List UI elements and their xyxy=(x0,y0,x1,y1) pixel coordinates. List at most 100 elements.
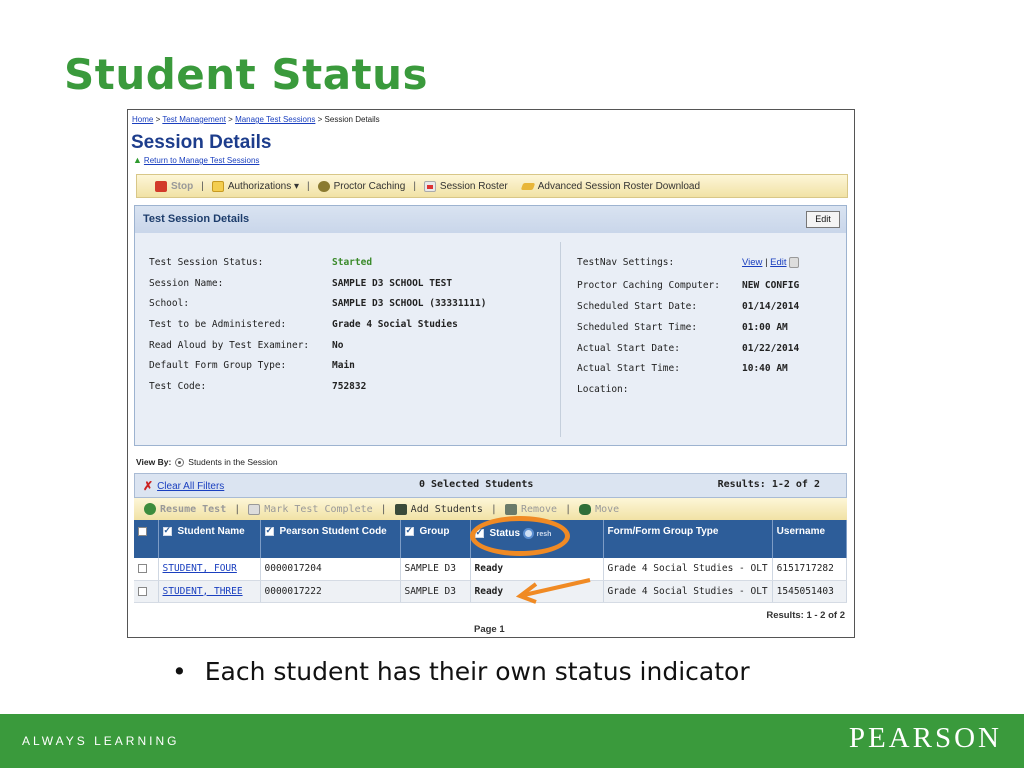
detail-label: Session Name: xyxy=(149,278,224,289)
page-indicator: Page 1 xyxy=(474,624,505,635)
stop-button[interactable]: Stop xyxy=(155,180,194,192)
footer-bar: ALWAYS LEARNING PEARSON xyxy=(0,714,1024,768)
student-name-header[interactable]: Student Name xyxy=(158,520,261,558)
breadcrumb-sep: > xyxy=(155,115,161,124)
details-title: Test Session Details xyxy=(143,213,250,225)
edit-button[interactable]: Edit xyxy=(806,211,840,228)
move-button[interactable]: Move xyxy=(579,503,619,515)
authorizations-label: Authorizations ▾ xyxy=(227,180,299,192)
form-cell: Grade 4 Social Studies - OLT xyxy=(603,558,773,581)
clear-all-filters-link[interactable]: Clear All Filters xyxy=(157,481,224,492)
results-footer: Results: 1 - 2 of 2 xyxy=(766,610,845,621)
username-cell: 1545051403 xyxy=(772,580,848,603)
scheduled-start-time-value: 01:00 AM xyxy=(742,322,788,333)
authorizations-dropdown[interactable]: Authorizations ▾ xyxy=(211,180,299,192)
add-students-button[interactable]: Add Students xyxy=(394,503,483,515)
student-name-cell: STUDENT, FOUR xyxy=(158,558,261,581)
group-header[interactable]: Group xyxy=(400,520,471,558)
column-divider xyxy=(560,242,561,437)
remove-button[interactable]: Remove xyxy=(504,503,557,515)
detail-label: Scheduled Start Time: xyxy=(577,322,698,333)
page-heading: Session Details xyxy=(131,132,272,153)
student-name-link[interactable]: STUDENT, THREE xyxy=(163,586,243,597)
stop-icon xyxy=(155,180,167,192)
column-check-icon xyxy=(264,525,274,536)
group-cell: SAMPLE D3 xyxy=(400,580,471,603)
stop-label: Stop xyxy=(171,180,194,192)
student-name-header-label: Student Name xyxy=(177,526,245,537)
proctor-caching-button[interactable]: Proctor Caching xyxy=(317,180,406,192)
student-code-header-label: Pearson Student Code xyxy=(279,526,387,537)
group-cell: SAMPLE D3 xyxy=(400,558,471,581)
breadcrumb-manage-sessions[interactable]: Manage Test Sessions xyxy=(235,115,315,124)
screenshot-frame: Home > Test Management > Manage Test Ses… xyxy=(127,109,855,638)
resume-test-button[interactable]: Resume Test xyxy=(144,503,226,515)
test-session-details-panel: Test Session Details Edit Test Session S… xyxy=(134,205,847,446)
download-icon xyxy=(520,182,536,190)
students-table: Student Name Pearson Student Code Group … xyxy=(134,520,848,603)
detail-label: Read Aloud by Test Examiner: xyxy=(149,340,310,351)
form-cell: Grade 4 Social Studies - OLT xyxy=(603,580,773,603)
testnav-edit-link[interactable]: Edit xyxy=(770,257,786,268)
detail-label: Actual Start Time: xyxy=(577,363,680,374)
actual-start-time-value: 10:40 AM xyxy=(742,363,788,374)
details-header: Test Session Details Edit xyxy=(135,206,846,233)
clear-filters-row: ✗ Clear All Filters xyxy=(143,479,224,493)
add-students-label: Add Students xyxy=(410,503,483,515)
session-status-value: Started xyxy=(332,257,373,268)
add-students-icon xyxy=(394,503,407,515)
select-all-header[interactable] xyxy=(134,520,159,558)
form-header-label: Form/Form Group Type xyxy=(607,526,719,537)
refresh-label[interactable]: resh xyxy=(537,531,552,538)
detail-label: Test Code: xyxy=(149,381,207,392)
footer-tagline: ALWAYS LEARNING xyxy=(22,734,180,748)
remove-icon xyxy=(504,503,517,515)
student-code-header[interactable]: Pearson Student Code xyxy=(260,520,401,558)
column-check-icon xyxy=(162,525,172,536)
form-group-type-header[interactable]: Form/Form Group Type xyxy=(603,520,773,558)
column-check-icon xyxy=(404,525,414,536)
row-checkbox[interactable] xyxy=(138,586,147,596)
select-all-checkbox[interactable] xyxy=(138,526,147,536)
breadcrumb-test-management[interactable]: Test Management xyxy=(162,115,226,124)
refresh-icon[interactable] xyxy=(522,528,534,539)
breadcrumb-current: Session Details xyxy=(324,115,380,124)
pdf-icon xyxy=(423,180,436,192)
session-roster-button[interactable]: Session Roster xyxy=(423,180,508,192)
status-header[interactable]: Status resh xyxy=(470,520,604,558)
mark-complete-label: Mark Test Complete xyxy=(264,503,373,515)
view-by-label: View By: xyxy=(136,457,172,467)
bullet-text: Each student has their own status indica… xyxy=(204,657,750,686)
proctor-caching-icon xyxy=(317,180,330,192)
row-select-cell xyxy=(134,580,159,603)
breadcrumb-home[interactable]: Home xyxy=(132,115,153,124)
bullet-mark: • xyxy=(172,657,187,686)
test-code-value: 752832 xyxy=(332,381,367,392)
toolbar-separator: | xyxy=(380,503,387,515)
table-row: STUDENT, FOUR 0000017204 SAMPLE D3 Ready… xyxy=(134,558,848,581)
session-toolbar: Stop | Authorizations ▾ | Proctor Cachin… xyxy=(136,174,848,198)
students-in-session-radio[interactable] xyxy=(175,457,185,467)
proctor-caching-label: Proctor Caching xyxy=(333,180,406,192)
view-by-option-label: Students in the Session xyxy=(188,457,278,467)
toolbar-separator: | xyxy=(201,180,204,192)
toolbar-separator: | xyxy=(565,503,572,515)
username-cell: 6151717282 xyxy=(772,558,848,581)
detail-label: Default Form Group Type: xyxy=(149,360,287,371)
username-header[interactable]: Username xyxy=(772,520,848,558)
row-checkbox[interactable] xyxy=(138,564,147,574)
student-name-link[interactable]: STUDENT, FOUR xyxy=(163,563,237,574)
selected-students-count: 0 Selected Students xyxy=(419,479,534,490)
view-by-row: View By: Students in the Session xyxy=(136,457,278,467)
student-actions-bar: Resume Test | Mark Test Complete | Add S… xyxy=(134,498,847,520)
status-pointer-arrow xyxy=(515,578,591,604)
folder-icon xyxy=(211,180,224,192)
advanced-roster-download-button[interactable]: Advanced Session Roster Download xyxy=(520,181,700,192)
toolbar-separator: | xyxy=(413,180,416,192)
testnav-view-link[interactable]: View xyxy=(742,257,762,268)
detail-label: Location: xyxy=(577,384,629,395)
mark-test-complete-button[interactable]: Mark Test Complete xyxy=(248,503,373,515)
filter-bar: ✗ Clear All Filters 0 Selected Students … xyxy=(134,473,847,498)
return-to-manage-sessions-link[interactable]: Return to Manage Test Sessions xyxy=(144,156,259,165)
toolbar-separator: | xyxy=(234,503,241,515)
